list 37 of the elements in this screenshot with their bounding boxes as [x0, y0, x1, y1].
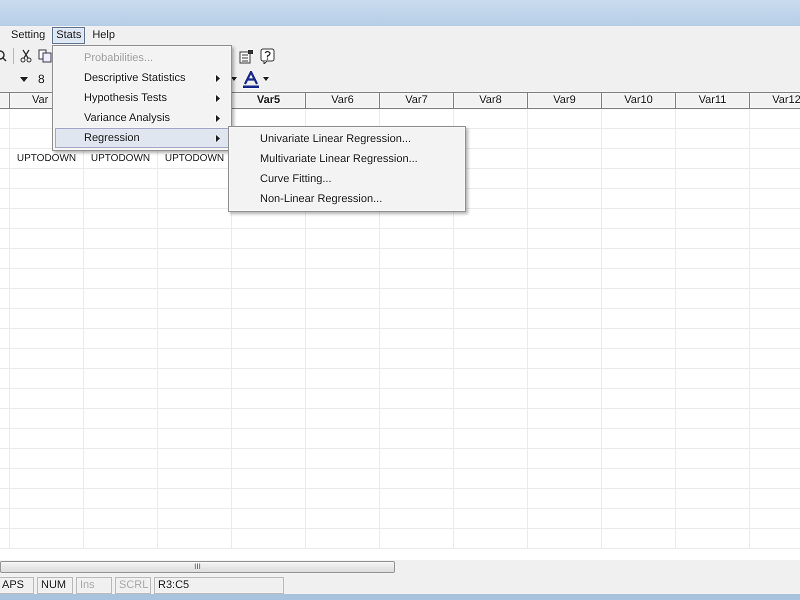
menu-item[interactable]: Curve Fitting... — [229, 169, 465, 189]
menu-item[interactable]: Multivariate Linear Regression... — [229, 149, 465, 169]
search-icon[interactable] — [0, 50, 7, 62]
status-panel: NUM — [37, 576, 73, 594]
column-header[interactable]: Var10 — [602, 93, 676, 108]
font-size-field[interactable]: 8 — [38, 70, 45, 88]
menu-item[interactable]: Descriptive Statistics — [55, 68, 229, 88]
menu-item[interactable]: Non-Linear Regression... — [229, 189, 465, 209]
menu-item[interactable]: Regression — [55, 128, 229, 148]
menu-item[interactable]: Help — [87, 27, 120, 44]
horizontal-scrollbar[interactable]: III — [0, 560, 800, 574]
scissors-icon[interactable] — [20, 49, 32, 63]
menu-item[interactable]: Univariate Linear Regression... — [229, 129, 465, 149]
column-header[interactable]: Var8 — [454, 93, 528, 108]
submenu-arrow-icon — [216, 114, 220, 122]
column-header[interactable]: Var7 — [380, 93, 454, 108]
status-panel: SCRL — [115, 576, 151, 594]
menu-item[interactable]: Setting — [6, 27, 50, 44]
menu-item[interactable]: Variance Analysis — [55, 108, 229, 128]
scrollbar-thumb[interactable]: III — [0, 561, 395, 573]
submenu-arrow-icon — [216, 94, 220, 102]
column-header[interactable]: Var12 — [750, 93, 800, 108]
column-header[interactable]: Var11 — [676, 93, 750, 108]
column-header[interactable]: Var9 — [528, 93, 602, 108]
dropdown-arrow-icon[interactable] — [20, 76, 28, 82]
help-icon[interactable] — [260, 48, 275, 64]
dropdown-arrow-icon[interactable] — [262, 77, 269, 81]
menu-item[interactable]: Stats — [52, 27, 86, 44]
column-header[interactable]: Var6 — [306, 93, 380, 108]
dropdown-arrow-icon[interactable] — [230, 77, 237, 81]
status-panel: Ins — [76, 576, 112, 594]
properties-icon[interactable] — [239, 48, 254, 64]
copy-icon[interactable] — [38, 49, 52, 63]
status-panel: R3:C5 — [154, 576, 284, 594]
submenu-arrow-icon — [216, 74, 220, 82]
font-color-icon[interactable] — [242, 70, 259, 88]
submenu-arrow-icon — [216, 134, 220, 142]
